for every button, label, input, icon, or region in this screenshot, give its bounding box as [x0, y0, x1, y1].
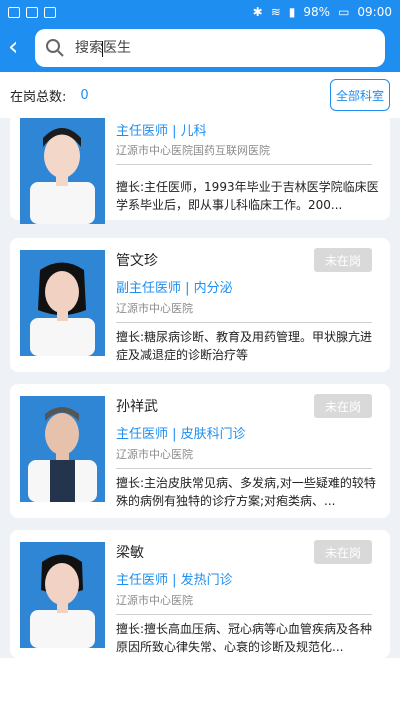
doctor-avatar-image	[20, 118, 105, 224]
system-status: ✱ ≋ ▮ 98% ▭ 09:00	[253, 5, 392, 19]
search-input[interactable]	[75, 40, 355, 56]
duty-status-badge: 未在岗	[314, 248, 372, 272]
doctor-specialty: 擅长:主任医师，1993年毕业于吉林医学院临床医学系毕业后，即从事儿科临床工作。…	[116, 180, 379, 212]
doctor-photo	[20, 396, 105, 502]
app-icon	[44, 6, 56, 18]
doctor-specialty: 擅长:主治皮肤常见病、多发病,对一些疑难的较特殊的病例有独特的诊疗方案;对疱类病…	[116, 476, 376, 508]
doctor-title-department: 副主任医师 | 内分泌	[116, 281, 233, 296]
wifi-icon: ≋	[270, 5, 281, 19]
bottom-space	[0, 658, 400, 710]
doctor-photo	[20, 118, 105, 224]
notification-icons	[8, 6, 56, 18]
bag-icon	[26, 6, 38, 18]
card-divider	[116, 468, 372, 469]
doctor-card[interactable]: 梁敏 未在岗 主任医师 | 发热门诊 辽源市中心医院 擅长:擅长高血压病、冠心病…	[10, 530, 390, 658]
search-icon	[46, 39, 64, 57]
doctor-avatar-image	[20, 250, 105, 356]
doctor-photo	[20, 542, 105, 648]
on-duty-total-count: 0	[80, 87, 89, 103]
doctor-photo	[20, 250, 105, 356]
battery-text: 98%	[303, 5, 331, 19]
card-divider	[116, 322, 372, 323]
signal-icon: ▮	[288, 5, 296, 19]
doctor-name: 梁敏	[116, 545, 144, 561]
battery-icon: ▭	[338, 5, 350, 19]
doctor-hospital: 辽源市中心医院	[116, 448, 193, 461]
doctor-title-department: 主任医师 | 儿科	[116, 124, 207, 139]
on-duty-total-label: 在岗总数:	[10, 89, 67, 105]
doctor-card[interactable]: 管文珍 未在岗 副主任医师 | 内分泌 辽源市中心医院 擅长:糖尿病诊断、教育及…	[10, 238, 390, 372]
doctor-avatar-image	[20, 396, 105, 502]
summary-row: 在岗总数: 0 全部科室	[0, 72, 400, 118]
card-divider	[116, 164, 372, 165]
clock: 09:00	[357, 5, 392, 19]
doctor-hospital: 辽源市中心医院	[116, 302, 193, 315]
doctor-title-department: 主任医师 | 皮肤科门诊	[116, 427, 246, 442]
back-button[interactable]: ‹	[8, 34, 34, 62]
duty-status-badge: 未在岗	[314, 394, 372, 418]
doctor-name: 管文珍	[116, 253, 158, 269]
doctor-hospital: 辽源市中心医院	[116, 594, 193, 607]
bluetooth-icon: ✱	[252, 5, 263, 19]
doctor-specialty: 擅长:擅长高血压病、冠心病等心血管疾病及各种原因所致心律失常、心衰的诊断及规范化…	[116, 622, 373, 654]
search-box[interactable]	[35, 29, 385, 67]
doctor-hospital: 辽源市中心医院国药互联网医院	[116, 144, 270, 157]
doctor-title-department: 主任医师 | 发热门诊	[116, 573, 233, 588]
doctor-avatar-image	[20, 542, 105, 648]
duty-status-badge: 未在岗	[314, 540, 372, 564]
top-bar: ‹	[0, 24, 400, 72]
card-divider	[116, 614, 372, 615]
text-cursor	[102, 41, 103, 57]
doctor-card[interactable]: 孙祥武 未在岗 主任医师 | 皮肤科门诊 辽源市中心医院 擅长:主治皮肤常见病、…	[10, 384, 390, 518]
doctor-name: 孙祥武	[116, 399, 158, 415]
doctor-card[interactable]: 主任医师 | 儿科 辽源市中心医院国药互联网医院 擅长:主任医师，1993年毕业…	[10, 118, 390, 224]
status-bar: ✱ ≋ ▮ 98% ▭ 09:00	[0, 0, 400, 24]
doctor-specialty: 擅长:糖尿病诊断、教育及用药管理。甲状腺亢进症及减退症的诊断治疗等	[116, 330, 373, 362]
gallery-icon	[8, 6, 20, 18]
all-departments-button[interactable]: 全部科室	[330, 79, 390, 111]
doctor-list: 主任医师 | 儿科 辽源市中心医院国药互联网医院 擅长:主任医师，1993年毕业…	[0, 118, 400, 658]
